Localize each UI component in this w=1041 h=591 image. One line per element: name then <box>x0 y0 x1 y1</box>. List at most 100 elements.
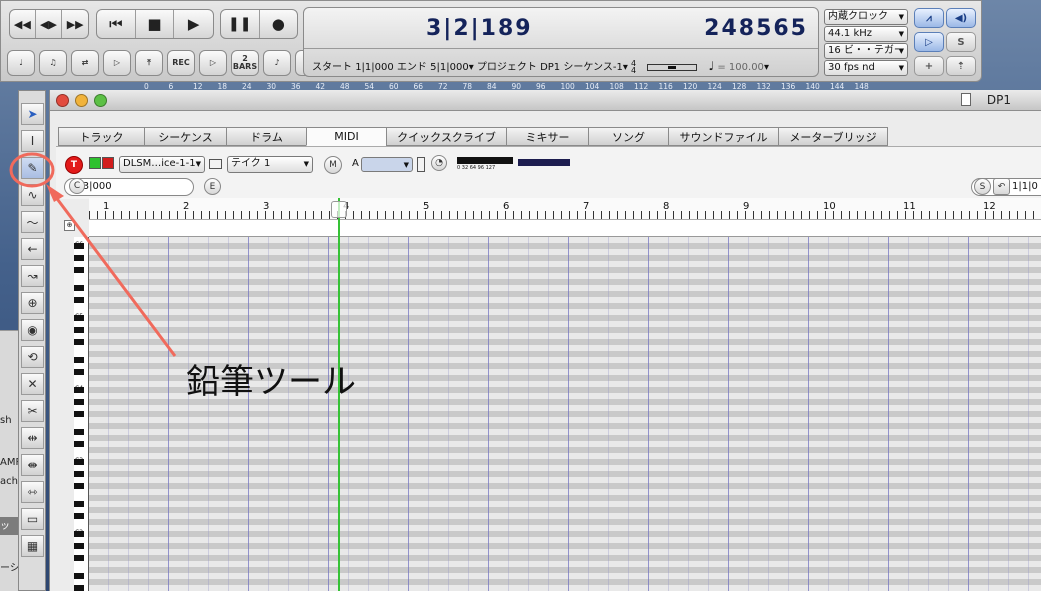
ibeam-tool-icon[interactable]: I <box>21 130 44 152</box>
grid-tool-icon[interactable]: ▦ <box>21 535 44 557</box>
chase-icon[interactable]: ♪ <box>263 50 291 76</box>
black-key[interactable] <box>74 369 84 375</box>
c-button[interactable]: C <box>69 178 85 194</box>
black-key[interactable] <box>74 255 84 261</box>
black-key[interactable] <box>74 339 84 345</box>
counter-measure-time[interactable]: 3|2|189 <box>426 16 533 41</box>
measure-ruler[interactable]: 123456789101112 <box>89 198 1041 220</box>
tab-4[interactable]: MIDI <box>306 127 386 146</box>
loop-icon[interactable]: ⇄ <box>71 50 99 76</box>
project-value[interactable]: DP1 <box>540 62 560 73</box>
overdub-icon[interactable]: ▷ <box>199 50 227 76</box>
black-key[interactable] <box>74 411 84 417</box>
black-key[interactable] <box>74 501 84 507</box>
line-tool-icon[interactable]: ∿ <box>21 184 44 206</box>
pencil-tool-icon[interactable]: ✎ <box>21 157 44 179</box>
black-key[interactable] <box>74 357 84 363</box>
audition-tool-icon[interactable]: ◉ <box>21 319 44 341</box>
countoff-icon[interactable]: ♫ <box>39 50 67 76</box>
playhead-handle[interactable] <box>331 201 347 218</box>
left-arrow-tool-icon[interactable]: ← <box>21 238 44 260</box>
counter-samples[interactable]: 248565 <box>704 16 808 41</box>
zoom-tool-icon[interactable]: ⊕ <box>21 292 44 314</box>
punch-icon[interactable]: ⤒ <box>135 50 163 76</box>
black-key[interactable] <box>74 297 84 303</box>
meter[interactable]: 44 <box>631 60 636 75</box>
trim-tool-icon[interactable]: ⇹ <box>21 427 44 449</box>
mute-tool-icon[interactable]: ✕ <box>21 373 44 395</box>
tuner-icon[interactable]: ⩘ <box>914 8 944 28</box>
black-key[interactable] <box>74 267 84 273</box>
tab-5[interactable]: クイックスクライブ <box>386 127 506 146</box>
metronome-icon[interactable]: ♩ <box>7 50 35 76</box>
stepper-icon[interactable] <box>417 157 425 172</box>
m-button[interactable]: M <box>324 156 342 174</box>
frame-rate-dropdown[interactable]: 30 fps nd <box>824 60 908 76</box>
record-track-icon[interactable] <box>102 157 114 169</box>
tab-2[interactable]: シーケンス <box>144 127 226 146</box>
record-button[interactable]: ● <box>260 10 298 38</box>
track-selector[interactable]: DLSM…ice-1-1 <box>119 156 205 173</box>
black-key[interactable] <box>74 441 84 447</box>
sequence-value[interactable]: シーケンス-1 <box>563 62 622 73</box>
tempo-slider[interactable] <box>647 63 698 71</box>
tempo-slider-thumb[interactable] <box>668 65 677 69</box>
tab-1[interactable]: トラック <box>58 127 144 146</box>
black-key[interactable] <box>74 399 84 405</box>
bars-button[interactable]: 2 BARS <box>231 50 259 76</box>
curve-tool-icon[interactable]: 〜 <box>21 211 44 233</box>
knob-icon[interactable]: ◔ <box>431 155 447 171</box>
note-grid[interactable] <box>89 237 1041 591</box>
upload-icon[interactable]: ⇡ <box>946 56 976 76</box>
piano-keyboard[interactable]: C6 C5 C4 C3 C2 <box>74 237 89 591</box>
conductor-strip[interactable] <box>89 220 1041 237</box>
loop-tool-icon[interactable]: ⟲ <box>21 346 44 368</box>
start-value[interactable]: 1|1|000 <box>355 62 394 73</box>
black-key[interactable] <box>74 573 84 579</box>
window-titlebar[interactable]: DP1 <box>50 90 1041 111</box>
black-key[interactable] <box>74 429 84 435</box>
play-selection-icon[interactable]: ▷ <box>914 32 944 52</box>
black-key[interactable] <box>74 585 84 591</box>
play-button[interactable]: ▶ <box>174 10 213 38</box>
automation-dropdown[interactable] <box>361 157 413 172</box>
zoom-icon[interactable] <box>94 94 107 107</box>
black-key[interactable] <box>74 513 84 519</box>
play-enable-icon[interactable] <box>89 157 101 169</box>
tempo-value[interactable]: = 100.00 <box>717 62 764 73</box>
tab-7[interactable]: ソング <box>588 127 668 146</box>
pause-button[interactable]: ❚❚ <box>221 10 260 38</box>
return-to-start-button[interactable]: ⏮ <box>97 10 136 38</box>
arrow-tool-icon[interactable]: ➤ <box>21 103 44 125</box>
tab-9[interactable]: メーターブリッジ <box>778 127 888 146</box>
solo-icon[interactable]: S <box>946 32 976 52</box>
take-selector[interactable]: テイク 1 <box>227 156 313 173</box>
reshape-tool-icon[interactable]: ↝ <box>21 265 44 287</box>
auto-stop-icon[interactable]: ▷ <box>103 50 131 76</box>
stretch-tool-icon[interactable]: ⇿ <box>21 481 44 503</box>
black-key[interactable] <box>74 555 84 561</box>
black-key[interactable] <box>74 543 84 549</box>
undo-icon[interactable]: ↶ <box>993 178 1010 195</box>
rewind-button[interactable]: ◀◀ <box>10 10 36 38</box>
speaker-icon[interactable]: ◀) <box>946 8 976 28</box>
tab-6[interactable]: ミキサー <box>506 127 588 146</box>
spread-tool-icon[interactable]: ⇼ <box>21 454 44 476</box>
keyboard-icon[interactable] <box>209 159 222 169</box>
stop-button[interactable]: ■ <box>136 10 175 38</box>
rec-mode-button[interactable]: REC <box>167 50 195 76</box>
e-button[interactable]: E <box>204 178 221 195</box>
black-key[interactable] <box>74 471 84 477</box>
scissors-tool-icon[interactable]: ✂ <box>21 400 44 422</box>
tab-8[interactable]: サウンドファイル <box>668 127 778 146</box>
window-tool-icon[interactable]: ▭ <box>21 508 44 530</box>
record-enable-button[interactable]: T <box>65 156 83 174</box>
add-marker-icon[interactable]: + <box>914 56 944 76</box>
tab-3[interactable]: ドラム <box>226 127 306 146</box>
magnify-icon[interactable]: ⊕ <box>64 220 75 231</box>
black-key[interactable] <box>74 327 84 333</box>
end-value[interactable]: 5|1|000 <box>430 62 469 73</box>
minimize-icon[interactable] <box>75 94 88 107</box>
shuttle-button[interactable]: ◀▶ <box>36 10 63 38</box>
black-key[interactable] <box>74 285 84 291</box>
